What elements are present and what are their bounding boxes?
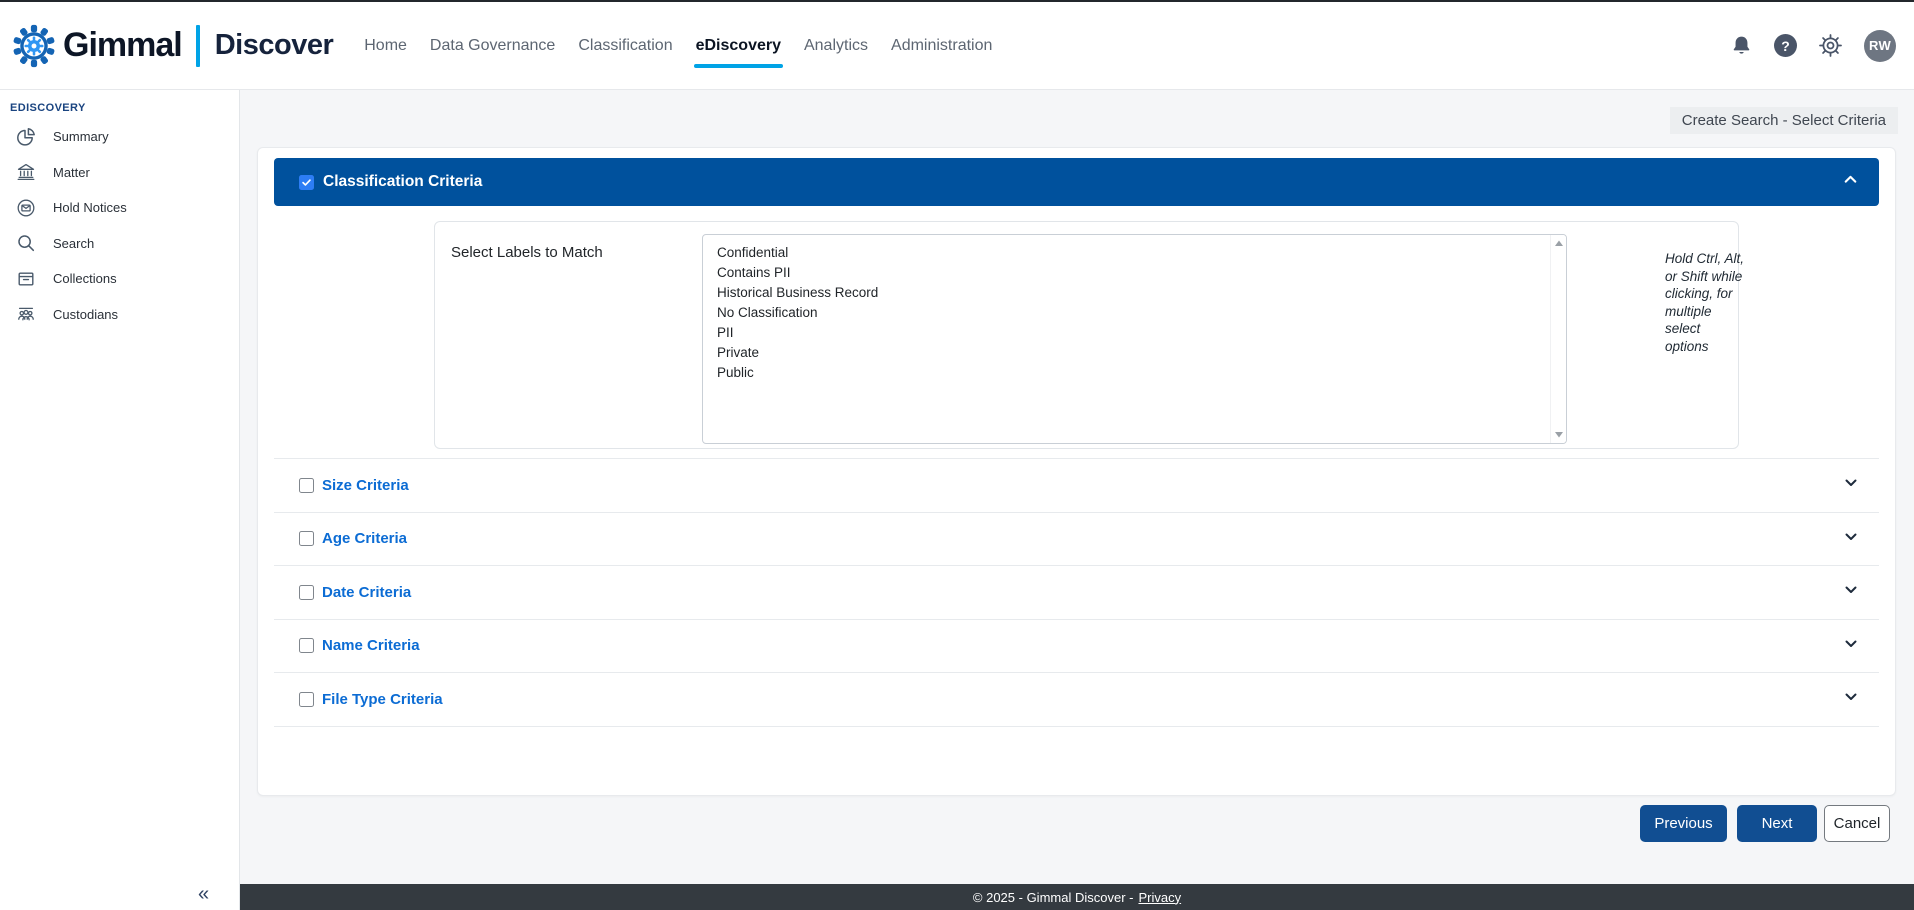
size-criteria-checkbox[interactable] (299, 478, 314, 493)
brand-name: Gimmal (63, 26, 182, 65)
pie-chart-icon (16, 127, 36, 147)
nav-administration[interactable]: Administration (891, 37, 992, 55)
header-actions: ? RW (1730, 30, 1896, 62)
nav-classification[interactable]: Classification (578, 37, 672, 55)
age-criteria-label: Age Criteria (322, 530, 407, 547)
previous-button[interactable]: Previous (1640, 805, 1727, 842)
magnifier-icon (16, 233, 36, 253)
main-nav: Home Data Governance Classification eDis… (364, 37, 992, 55)
product-name: Discover (215, 29, 334, 62)
chevron-down-icon (1843, 635, 1859, 656)
sidebar-item-search[interactable]: Search (0, 226, 239, 262)
listbox-option[interactable]: Public (717, 363, 1552, 383)
listbox-scrollbar[interactable] (1550, 235, 1566, 443)
nav-home[interactable]: Home (364, 37, 407, 55)
date-criteria-row[interactable]: Date Criteria (274, 565, 1879, 619)
sidebar-item-label: Matter (53, 165, 90, 180)
help-icon[interactable]: ? (1774, 34, 1797, 57)
select-labels-to-match-label: Select Labels to Match (451, 244, 603, 261)
age-criteria-checkbox[interactable] (299, 531, 314, 546)
age-criteria-row[interactable]: Age Criteria (274, 512, 1879, 566)
top-navbar: Gimmal Discover Home Data Governance Cla… (0, 2, 1914, 90)
sidebar-item-label: Hold Notices (53, 200, 127, 215)
sidebar-section-label: EDISCOVERY (10, 102, 86, 114)
sidebar-item-label: Collections (53, 271, 117, 286)
classification-criteria-body: Select Labels to Match Confidential Cont… (434, 221, 1739, 449)
size-criteria-row[interactable]: Size Criteria (274, 458, 1879, 512)
sidebar-item-collections[interactable]: Collections (0, 261, 239, 297)
listbox-option[interactable]: Private (717, 343, 1552, 363)
next-button[interactable]: Next (1737, 805, 1817, 842)
sidebar-collapse-button[interactable]: « (198, 883, 209, 906)
logo-divider (196, 25, 200, 67)
nav-analytics[interactable]: Analytics (804, 37, 868, 55)
cancel-button[interactable]: Cancel (1824, 805, 1890, 842)
sidebar-item-hold-notices[interactable]: Hold Notices (0, 190, 239, 226)
classification-criteria-checkbox[interactable] (299, 175, 314, 190)
scroll-up-icon[interactable] (1554, 239, 1564, 247)
sidebar-item-matter[interactable]: Matter (0, 155, 239, 191)
listbox-option[interactable]: No Classification (717, 303, 1552, 323)
name-criteria-checkbox[interactable] (299, 638, 314, 653)
settings-gear-icon[interactable] (1818, 33, 1843, 58)
notifications-bell-icon[interactable] (1730, 34, 1753, 58)
sidebar-item-label: Search (53, 236, 94, 251)
chevron-down-icon (1843, 582, 1859, 603)
scroll-down-icon[interactable] (1554, 431, 1564, 439)
size-criteria-label: Size Criteria (322, 477, 409, 494)
people-icon (16, 304, 36, 324)
listbox-option[interactable]: PII (717, 323, 1552, 343)
multiselect-hint: Hold Ctrl, Alt, or Shift while clicking,… (1665, 250, 1745, 355)
file-type-criteria-checkbox[interactable] (299, 692, 314, 707)
sidebar: EDISCOVERY Summary Matter (0, 90, 240, 910)
classification-criteria-header[interactable]: Classification Criteria (274, 158, 1879, 206)
name-criteria-row[interactable]: Name Criteria (274, 619, 1879, 673)
archive-box-icon (16, 269, 36, 289)
criteria-accordion-list: Size Criteria Age Criteria Date Criteria (274, 458, 1879, 727)
logo: Gimmal Discover (12, 24, 333, 68)
bank-icon (16, 162, 36, 182)
classification-criteria-title: Classification Criteria (323, 173, 482, 191)
listbox-options: Confidential Contains PII Historical Bus… (703, 235, 1566, 383)
chevron-down-icon (1843, 475, 1859, 496)
nav-data-governance[interactable]: Data Governance (430, 37, 555, 55)
listbox-option[interactable]: Contains PII (717, 263, 1552, 283)
name-criteria-label: Name Criteria (322, 637, 420, 654)
date-criteria-label: Date Criteria (322, 584, 411, 601)
chevron-down-icon (1843, 528, 1859, 549)
gimmal-gear-logo-icon (12, 24, 56, 68)
file-type-criteria-row[interactable]: File Type Criteria (274, 672, 1879, 726)
user-avatar[interactable]: RW (1864, 30, 1896, 62)
chevron-down-icon (1843, 689, 1859, 710)
labels-multiselect-listbox[interactable]: Confidential Contains PII Historical Bus… (702, 234, 1567, 444)
app-root: Gimmal Discover Home Data Governance Cla… (0, 0, 1914, 910)
sidebar-item-summary[interactable]: Summary (0, 119, 239, 155)
page-title: Create Search - Select Criteria (1670, 107, 1898, 134)
listbox-option[interactable]: Historical Business Record (717, 283, 1552, 303)
date-criteria-checkbox[interactable] (299, 585, 314, 600)
sidebar-items: Summary Matter Hold Notices (0, 119, 239, 332)
chevron-up-icon (1842, 171, 1859, 193)
envelope-circle-icon (16, 198, 36, 218)
nav-ediscovery[interactable]: eDiscovery (696, 37, 781, 55)
file-type-criteria-label: File Type Criteria (322, 691, 443, 708)
main-content: Create Search - Select Criteria Classifi… (240, 90, 1914, 910)
sidebar-item-label: Custodians (53, 307, 118, 322)
privacy-link[interactable]: Privacy (1138, 890, 1181, 905)
footer: © 2025 - Gimmal Discover - Privacy (240, 884, 1914, 910)
sidebar-item-custodians[interactable]: Custodians (0, 297, 239, 333)
copyright-text: © 2025 - Gimmal Discover - (973, 890, 1134, 905)
listbox-option[interactable]: Confidential (717, 243, 1552, 263)
criteria-card: Classification Criteria Select Labels to… (257, 147, 1896, 796)
sidebar-item-label: Summary (53, 129, 109, 144)
checkmark-icon (301, 177, 312, 188)
